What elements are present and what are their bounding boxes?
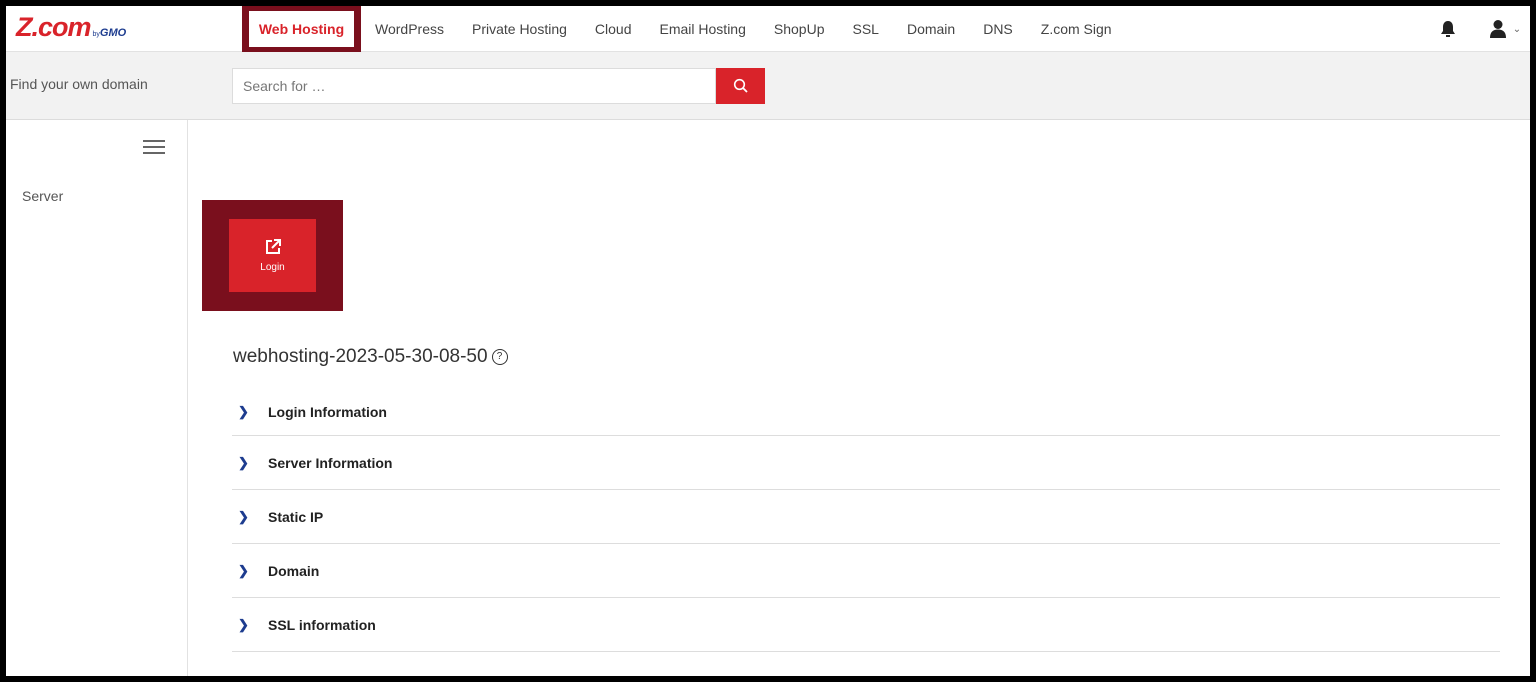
nav-item-cloud[interactable]: Cloud — [581, 6, 646, 52]
main-nav: Web Hosting WordPress Private Hosting Cl… — [242, 6, 1126, 52]
server-name: webhosting-2023-05-30-08-50 — [233, 346, 488, 367]
sidebar-item-server[interactable]: Server — [22, 188, 63, 204]
help-icon[interactable]: ? — [491, 349, 508, 365]
domain-search-bar: Find your own domain — [6, 52, 1530, 120]
section-domain[interactable]: ❯ Domain — [232, 544, 1500, 598]
nav-item-email-hosting[interactable]: Email Hosting — [646, 6, 760, 52]
login-label: Login — [260, 262, 285, 273]
login-button[interactable]: Login — [229, 219, 316, 292]
chevron-right-icon: ❯ — [238, 562, 249, 578]
find-domain-label: Find your own domain — [10, 76, 148, 92]
chevron-right-icon: ❯ — [238, 508, 249, 524]
login-highlight-frame: Login — [202, 200, 343, 311]
chevron-down-icon: ⌄ — [1512, 23, 1522, 35]
nav-item-zcom-sign[interactable]: Z.com Sign — [1027, 6, 1126, 52]
nav-item-domain[interactable]: Domain — [893, 6, 969, 52]
hamburger-menu-icon[interactable] — [143, 140, 165, 156]
nav-item-wordpress[interactable]: WordPress — [361, 6, 458, 52]
top-right-icons: ⌄ — [1438, 6, 1522, 52]
server-name-heading: webhosting-2023-05-30-08-50 ? — [233, 346, 508, 368]
bell-icon[interactable] — [1438, 19, 1458, 39]
nav-item-shopup[interactable]: ShopUp — [760, 6, 839, 52]
app-frame: Z.com by GMO Web Hosting WordPress Priva… — [6, 6, 1530, 676]
chevron-right-icon: ❯ — [238, 403, 249, 419]
search-icon — [733, 78, 748, 93]
zcom-logo[interactable]: Z.com by GMO — [16, 12, 126, 46]
section-static-ip[interactable]: ❯ Static IP — [232, 490, 1500, 544]
nav-item-ssl[interactable]: SSL — [838, 6, 892, 52]
top-navigation-bar: Z.com by GMO Web Hosting WordPress Priva… — [6, 6, 1530, 52]
section-login-information[interactable]: ❯ Login Information — [232, 388, 1500, 436]
chevron-right-icon: ❯ — [238, 616, 249, 632]
nav-item-dns[interactable]: DNS — [969, 6, 1027, 52]
section-ssl-information[interactable]: ❯ SSL information — [232, 598, 1500, 652]
main-content: Login webhosting-2023-05-30-08-50 ? ❯ Lo… — [188, 120, 1530, 676]
nav-item-web-hosting[interactable]: Web Hosting — [242, 6, 361, 52]
domain-search-input[interactable] — [232, 68, 716, 104]
search-button[interactable] — [716, 68, 765, 104]
chevron-right-icon: ❯ — [238, 454, 249, 470]
section-server-information[interactable]: ❯ Server Information — [232, 436, 1500, 490]
nav-item-private-hosting[interactable]: Private Hosting — [458, 6, 581, 52]
server-sections: ❯ Login Information ❯ Server Information… — [232, 388, 1500, 652]
user-icon[interactable]: ⌄ — [1488, 19, 1522, 39]
sidebar: Server — [6, 120, 188, 676]
external-link-icon — [265, 239, 281, 254]
